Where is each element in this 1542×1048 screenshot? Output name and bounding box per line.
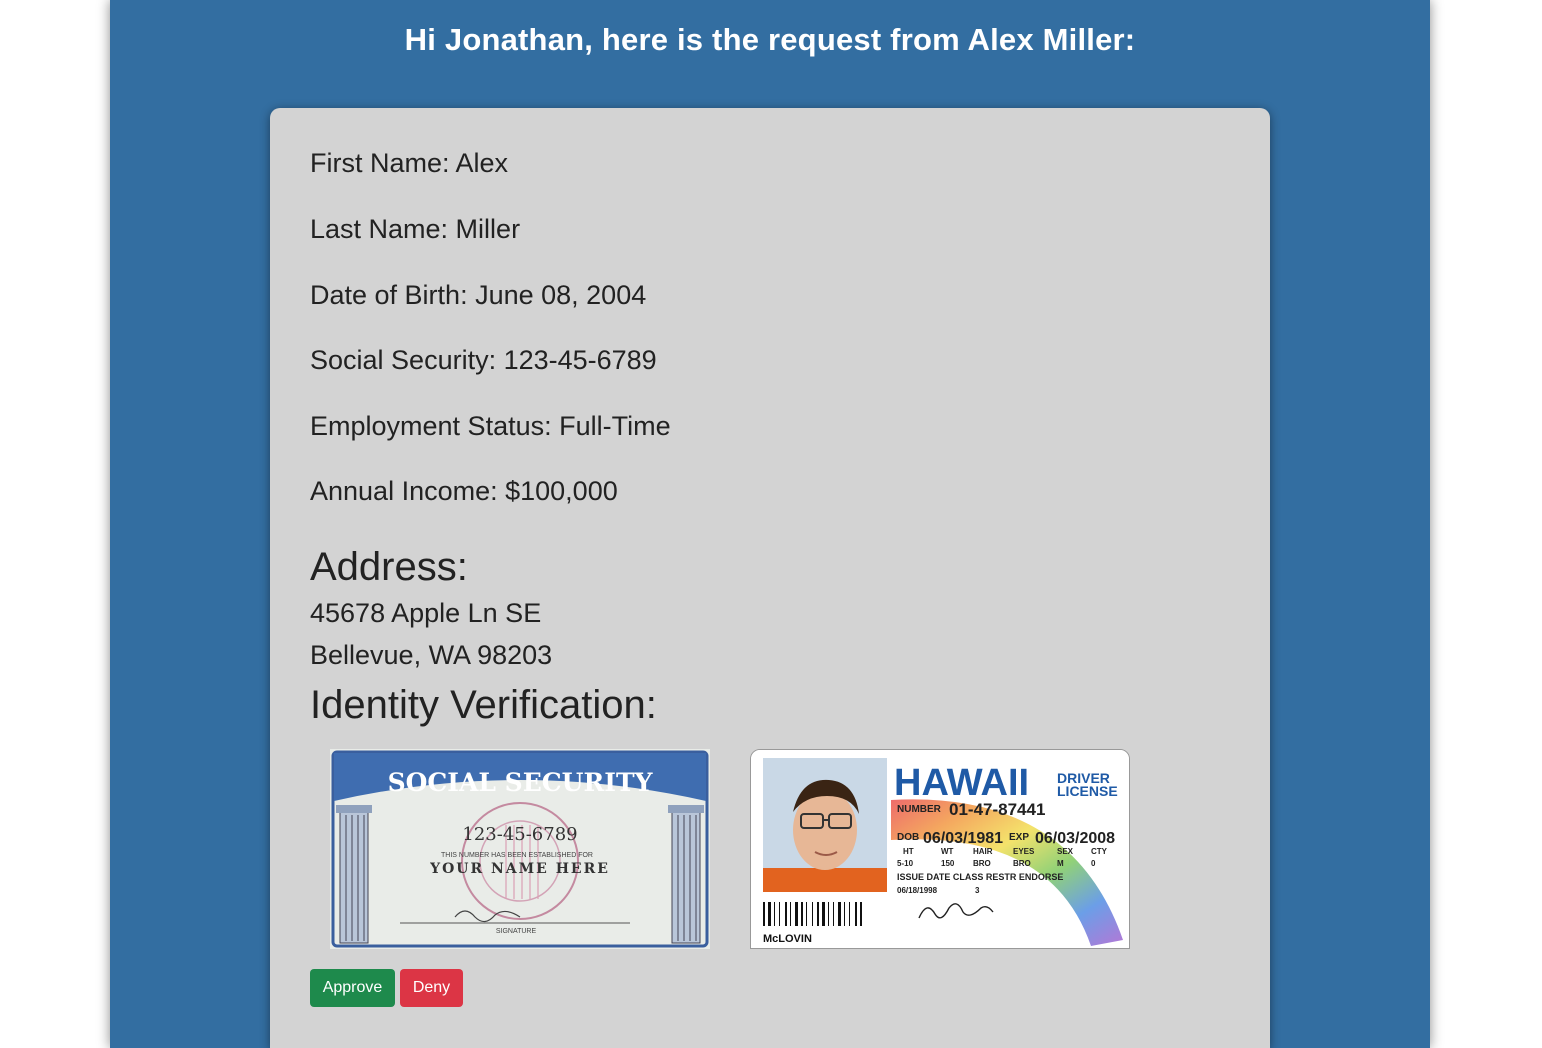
barcode-bar bbox=[790, 902, 791, 926]
verification-heading: Identity Verification: bbox=[310, 683, 657, 727]
address-line2: Bellevue, WA 98203 bbox=[310, 640, 553, 670]
address-heading: Address: bbox=[310, 545, 468, 589]
license-issue-date: 06/18/1998 bbox=[897, 886, 938, 895]
barcode-bar bbox=[838, 902, 841, 926]
barcode-bar bbox=[763, 902, 765, 926]
barcode-bar bbox=[812, 902, 813, 926]
license-field-value: 5-10 bbox=[897, 859, 914, 868]
ssn-field: Social Security: 123-45-6789 bbox=[310, 345, 657, 375]
license-exp-label: EXP bbox=[1009, 832, 1029, 843]
barcode-bar bbox=[833, 902, 834, 926]
license-field-label: HT bbox=[903, 847, 914, 856]
license-field-label: CTY bbox=[1091, 847, 1108, 856]
barcode-bar bbox=[855, 902, 857, 926]
address-line1: 45678 Apple Ln SE bbox=[310, 598, 542, 628]
license-field-value: BRO bbox=[1013, 859, 1031, 868]
last-name-field: Last Name: Miller bbox=[310, 214, 521, 244]
license-class: 3 bbox=[975, 886, 980, 895]
license-number: 01-47-87441 bbox=[949, 800, 1045, 819]
license-field-label: SEX bbox=[1057, 847, 1074, 856]
ssn-card-name: YOUR NAME HERE bbox=[429, 861, 610, 877]
license-field-label: HAIR bbox=[973, 847, 993, 856]
income-field: Annual Income: $100,000 bbox=[310, 476, 618, 506]
ssn-card-image: SOCIAL SECURITY 123-45-6789 THIS NUMBER … bbox=[330, 749, 710, 949]
barcode-bar bbox=[817, 902, 819, 926]
license-dob: 06/03/1981 bbox=[923, 830, 1003, 847]
barcode-bar bbox=[828, 902, 829, 926]
license-number-label: NUMBER bbox=[897, 804, 942, 815]
ssn-card-signature-label: SIGNATURE bbox=[496, 928, 537, 935]
request-card: First Name: Alex Last Name: Miller Date … bbox=[270, 108, 1270, 1048]
license-field-value: M bbox=[1057, 859, 1064, 868]
barcode-bar bbox=[801, 902, 803, 926]
ssn-card-note: THIS NUMBER HAS BEEN ESTABLISHED FOR bbox=[441, 852, 593, 859]
license-state: HAWAII bbox=[894, 762, 1029, 804]
barcode-bar bbox=[806, 902, 807, 926]
dob-field: Date of Birth: June 08, 2004 bbox=[310, 280, 647, 310]
license-field-value: BRO bbox=[973, 859, 991, 868]
license-field-value: 0 bbox=[1091, 859, 1096, 868]
page-title: Hi Jonathan, here is the request from Al… bbox=[404, 22, 1136, 57]
license-exp: 06/03/2008 bbox=[1035, 830, 1115, 847]
drivers-license-image: HAWAII DRIVER LICENSE NUMBER 01-47-87441… bbox=[750, 749, 1130, 949]
license-row3-labels: ISSUE DATE CLASS RESTR ENDORSE bbox=[897, 872, 1063, 882]
ssn-card-title: SOCIAL SECURITY bbox=[388, 768, 654, 797]
barcode-bar bbox=[795, 902, 798, 926]
license-field-value: 150 bbox=[941, 859, 955, 868]
barcode-bar bbox=[774, 902, 775, 926]
barcode-bar bbox=[779, 902, 780, 926]
license-name: McLOVIN bbox=[763, 933, 812, 945]
page-frame: Hi Jonathan, here is the request from Al… bbox=[110, 0, 1430, 1048]
license-field-label: WT bbox=[941, 847, 954, 856]
barcode-bar bbox=[822, 902, 825, 926]
approve-button[interactable]: Approve bbox=[310, 969, 395, 1007]
barcode-bar bbox=[785, 902, 787, 926]
barcode-bar bbox=[860, 902, 862, 926]
license-dob-label: DOB bbox=[897, 832, 919, 843]
ssn-card-number: 123-45-6789 bbox=[462, 824, 577, 845]
employment-field: Employment Status: Full-Time bbox=[310, 411, 671, 441]
license-field-label: EYES bbox=[1013, 847, 1035, 856]
first-name-field: First Name: Alex bbox=[310, 148, 509, 178]
barcode-bar bbox=[768, 902, 771, 926]
deny-button[interactable]: Deny bbox=[400, 969, 463, 1007]
barcode-bar bbox=[849, 902, 850, 926]
license-type-line2: LICENSE bbox=[1057, 783, 1118, 799]
barcode-bar bbox=[844, 902, 845, 926]
